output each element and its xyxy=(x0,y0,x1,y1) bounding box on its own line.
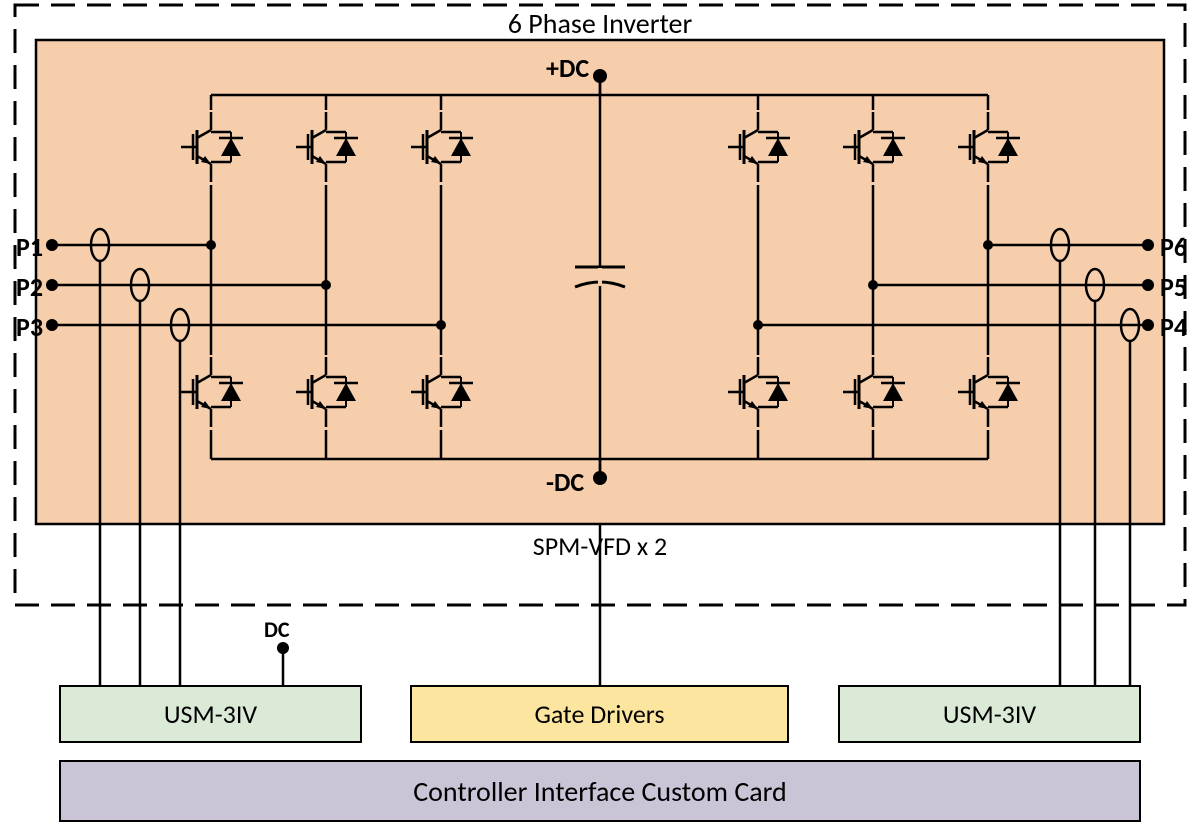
dc-sense-node xyxy=(277,642,289,654)
p1-terminal xyxy=(46,239,58,251)
p6-label: P6 xyxy=(1160,231,1187,263)
dc-plus-label: +DC xyxy=(546,52,589,84)
p4-terminal xyxy=(1142,319,1154,331)
usm-right-block: USM-3IV xyxy=(838,685,1141,743)
spm-label: SPM-VFD x 2 xyxy=(0,530,1200,562)
p2-label: P2 xyxy=(16,271,43,303)
dc-minus-label: -DC xyxy=(546,466,584,498)
controller-block: Controller Interface Custom Card xyxy=(59,760,1141,822)
p1-label: P1 xyxy=(16,231,43,263)
p5-terminal xyxy=(1142,279,1154,291)
gate-drivers-block: Gate Drivers xyxy=(410,685,789,743)
usm-right-label: USM-3IV xyxy=(943,698,1036,730)
usm-left-block: USM-3IV xyxy=(59,685,362,743)
gate-drivers-label: Gate Drivers xyxy=(534,698,664,730)
p4-label: P4 xyxy=(1160,311,1187,343)
p3-label: P3 xyxy=(16,311,43,343)
p6-terminal xyxy=(1142,239,1154,251)
p2-terminal xyxy=(46,279,58,291)
p3-terminal xyxy=(46,319,58,331)
usm-left-label: USM-3IV xyxy=(164,698,257,730)
controller-label: Controller Interface Custom Card xyxy=(413,774,787,809)
dc-sense-label: DC xyxy=(264,616,290,643)
p5-label: P5 xyxy=(1160,271,1187,303)
diagram-title: 6 Phase Inverter xyxy=(0,6,1200,41)
